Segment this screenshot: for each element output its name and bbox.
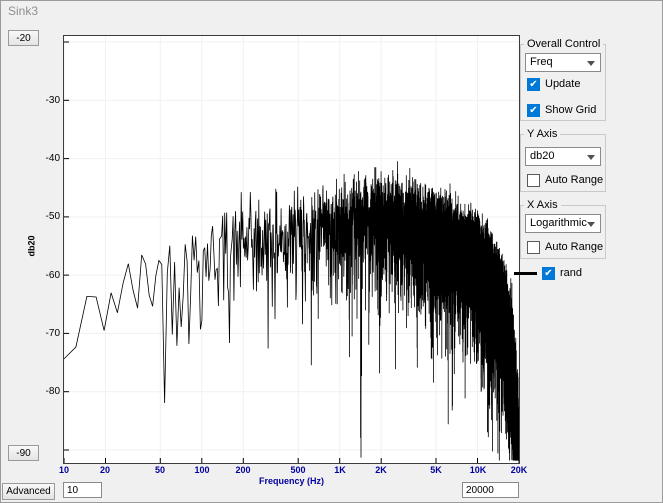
x-tick-label: 50 xyxy=(143,465,177,476)
check-icon: ✔ xyxy=(528,105,539,116)
spectrum-plot xyxy=(64,36,519,463)
y-tick-label: -50 xyxy=(28,210,60,223)
y-axis-title: db20 xyxy=(27,235,37,256)
legend: ✔ rand xyxy=(514,266,582,280)
x-tick-label: 100 xyxy=(185,465,219,476)
y-axis-dropdown-value: db20 xyxy=(530,150,554,162)
sink-window: Sink3 -20 -90 Advanced db20 -30 -40 -50 -60… xyxy=(0,0,663,503)
x-auto-range-label: Auto Range xyxy=(545,241,603,254)
chevron-down-icon xyxy=(587,222,595,227)
y-auto-range-label: Auto Range xyxy=(545,174,603,187)
advanced-button[interactable]: Advanced xyxy=(2,483,55,500)
plot-area[interactable] xyxy=(63,35,520,464)
x-tick-label: 10 xyxy=(47,465,81,476)
y-tick-label: -80 xyxy=(28,385,60,398)
y-auto-range-row[interactable]: ✔ Auto Range xyxy=(527,174,603,187)
update-checkbox-label: Update xyxy=(545,78,580,91)
y-axis-group: Y Axis db20 ✔ Auto Range xyxy=(520,134,606,192)
window-title: Sink3 xyxy=(8,4,38,18)
x-tick-label: 20 xyxy=(88,465,122,476)
x-max-input[interactable] xyxy=(462,482,519,498)
x-tick-label: 1K xyxy=(323,465,357,476)
x-auto-range-row[interactable]: ✔ Auto Range xyxy=(527,241,603,254)
legend-series-checkbox[interactable]: ✔ xyxy=(542,267,555,280)
x-min-input[interactable] xyxy=(63,482,102,498)
y-tick-label: -40 xyxy=(28,152,60,165)
x-tick-label: 5K xyxy=(419,465,453,476)
x-axis-group: X Axis Logarithmic ✔ Auto Range xyxy=(520,205,606,259)
y-min-button[interactable]: -90 xyxy=(8,445,39,461)
x-auto-range-checkbox[interactable]: ✔ xyxy=(527,241,540,254)
overall-control-label: Overall Control xyxy=(524,38,603,50)
check-icon: ✔ xyxy=(543,268,554,279)
y-axis-group-label: Y Axis xyxy=(524,128,560,140)
x-tick-label: 10K xyxy=(461,465,495,476)
y-max-button[interactable]: -20 xyxy=(8,30,39,46)
chevron-down-icon xyxy=(587,155,595,160)
overall-control-dropdown[interactable]: Freq xyxy=(525,53,601,72)
check-icon: ✔ xyxy=(528,79,539,90)
x-axis-group-label: X Axis xyxy=(524,199,561,211)
show-grid-checkbox-row[interactable]: ✔ Show Grid xyxy=(527,104,596,117)
overall-control-dropdown-value: Freq xyxy=(530,56,553,68)
x-axis-dropdown[interactable]: Logarithmic xyxy=(525,214,601,233)
legend-series-label: rand xyxy=(560,267,582,280)
x-axis-dropdown-value: Logarithmic xyxy=(530,217,587,229)
overall-control-group: Overall Control Freq ✔ Update ✔ Show Gri… xyxy=(520,44,606,121)
x-tick-label: 20K xyxy=(502,465,536,476)
x-axis-title: Frequency (Hz) xyxy=(64,476,519,486)
x-tick-label: 200 xyxy=(226,465,260,476)
show-grid-checkbox-label: Show Grid xyxy=(545,104,596,117)
update-checkbox-row[interactable]: ✔ Update xyxy=(527,78,580,91)
update-checkbox[interactable]: ✔ xyxy=(527,78,540,91)
legend-line-swatch xyxy=(514,272,537,275)
x-tick-label: 500 xyxy=(281,465,315,476)
y-tick-label: -30 xyxy=(28,94,60,107)
window-titlebar[interactable]: Sink3 xyxy=(1,1,662,22)
x-tick-label: 2K xyxy=(364,465,398,476)
y-axis-dropdown[interactable]: db20 xyxy=(525,147,601,166)
y-tick-label: -60 xyxy=(28,269,60,282)
y-tick-label: -70 xyxy=(28,327,60,340)
y-auto-range-checkbox[interactable]: ✔ xyxy=(527,174,540,187)
show-grid-checkbox[interactable]: ✔ xyxy=(527,104,540,117)
chevron-down-icon xyxy=(587,61,595,66)
